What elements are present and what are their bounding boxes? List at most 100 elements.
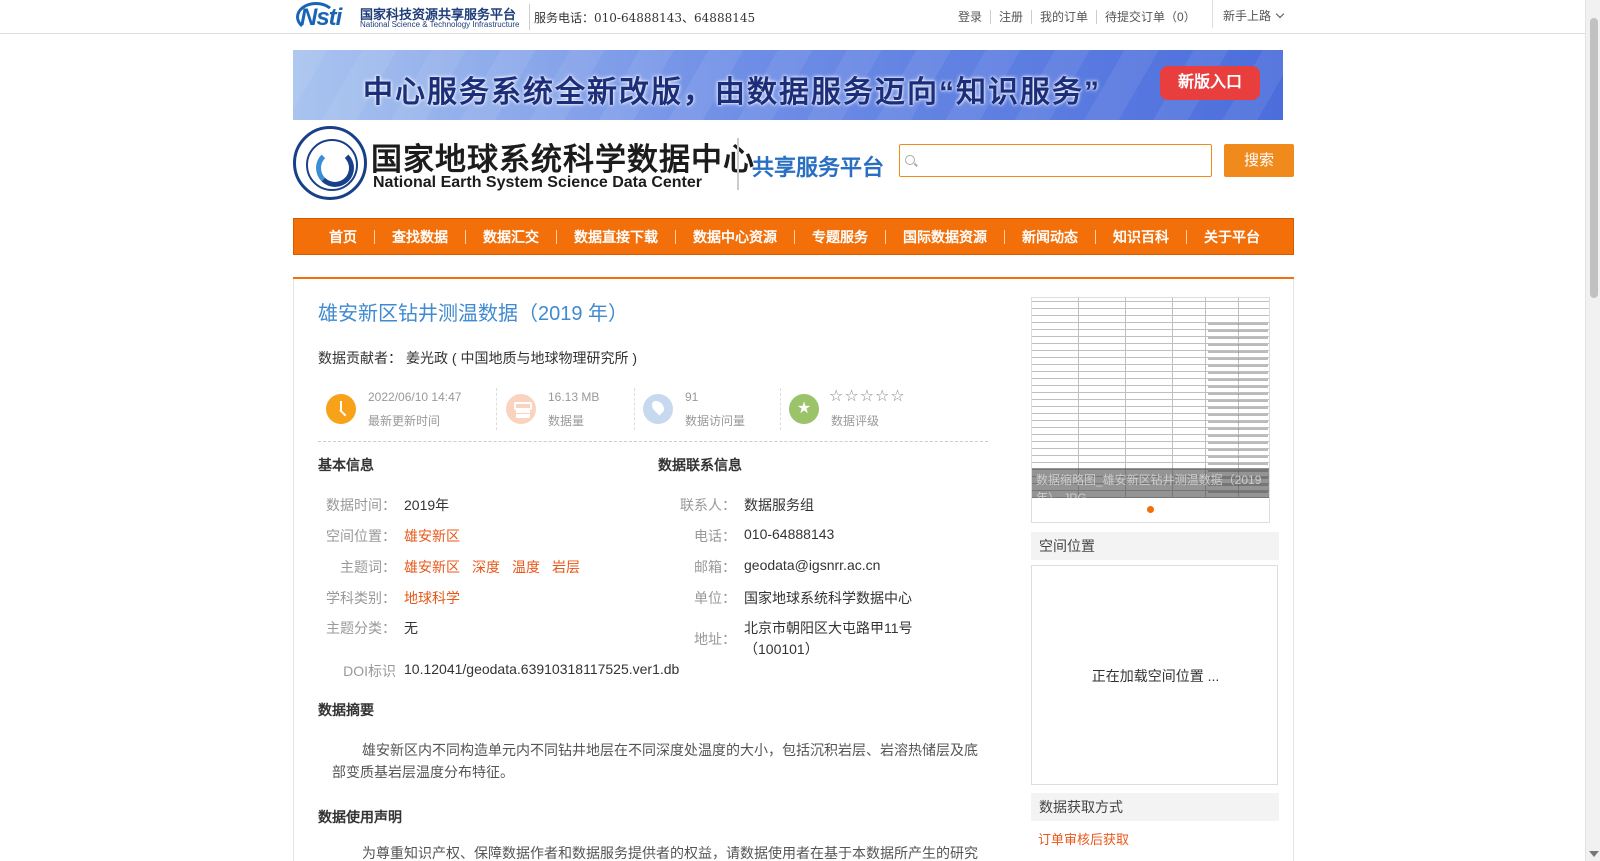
data-stack-icon	[506, 394, 536, 424]
search-button[interactable]: 搜索	[1224, 144, 1294, 177]
phone-value: 010-64888143	[744, 526, 835, 542]
pending-orders-link[interactable]: 待提交订单（0）	[1097, 10, 1204, 24]
promo-banner[interactable]: 中心服务系统全新改版，由数据服务迈向“知识服务” 新版入口	[293, 50, 1283, 120]
phone-label: 电话：	[694, 528, 736, 544]
platform-label: 共享服务平台	[752, 155, 885, 180]
location-value: 雄安新区	[404, 526, 472, 546]
contact-value: 数据服务组	[744, 497, 814, 513]
map-loading-text: 正在加载空间位置 ...	[1091, 668, 1220, 684]
data-time-value: 2019年	[404, 497, 450, 513]
main-nav: 首页 查找数据 数据汇交 数据直接下载 数据中心资源 专题服务 国际数据资源 新…	[293, 218, 1294, 255]
email-value[interactable]: geodata@igsnrr.ac.cn	[744, 557, 880, 573]
visits-value: 91	[685, 390, 699, 404]
center-seal-logo-icon	[293, 126, 367, 200]
category-label: 主题分类：	[326, 620, 396, 636]
nsti-logo-mark: Nsti	[296, 2, 342, 32]
banner-text: 中心服务系统全新改版，由数据服务迈向“知识服务”	[363, 76, 1101, 109]
nsti-logo-subtitle: National Science & Technology Infrastruc…	[360, 20, 520, 29]
rating-label: 数据评级	[831, 414, 880, 428]
center-name-cn: 国家地球系统科学数据中心	[371, 142, 755, 177]
nav-center-resources[interactable]: 数据中心资源	[676, 229, 795, 244]
carousel-dot[interactable]	[1147, 506, 1154, 513]
nav-find-data[interactable]: 查找数据	[375, 229, 466, 244]
doi-label: DOI标识	[343, 663, 396, 679]
abstract-text: 雄安新区内不同构造单元内不同钻井地层在不同深度处温度的大小，包括沉积岩层、岩溶热…	[332, 742, 978, 780]
top-bar: Nsti 国家科技资源共享服务平台 National Science & Tec…	[0, 0, 1585, 34]
top-links: 登录 注册 我的订单 待提交订单（0）	[950, 10, 1204, 24]
register-link[interactable]: 注册	[991, 10, 1033, 24]
service-phone: 服务电话：010-64888143、64888145	[534, 11, 756, 25]
location-link[interactable]: 雄安新区	[404, 528, 460, 544]
rating-stars[interactable]: ☆☆☆☆☆	[829, 386, 906, 406]
chevron-down-icon	[1275, 9, 1285, 19]
updated-label: 最新更新时间	[368, 414, 441, 428]
acquire-method-value[interactable]: 订单审核后获取	[1038, 829, 1129, 848]
visits-icon	[643, 394, 673, 424]
acquire-method-header: 数据获取方式	[1031, 793, 1279, 821]
nav-home[interactable]: 首页	[312, 229, 375, 244]
nsti-logo[interactable]: Nsti 国家科技资源共享服务平台 National Science & Tec…	[296, 2, 524, 32]
thumbnail-caption: 数据缩略图_雄安新区钻井测温数据（2019年）.JPG	[1032, 468, 1269, 498]
nav-data-submission[interactable]: 数据汇交	[466, 229, 557, 244]
contact-info-title: 数据联系信息	[658, 457, 742, 473]
data-time-label: 数据时间：	[326, 497, 396, 513]
scroll-down-arrow-icon[interactable]	[1589, 851, 1599, 857]
nav-about[interactable]: 关于平台	[1187, 230, 1277, 244]
keyword-link[interactable]: 岩层	[552, 559, 580, 575]
stat-visits: 91 数据访问量	[635, 386, 781, 432]
category-value: 无	[404, 620, 418, 636]
stat-updated: 2022/06/10 14:47 最新更新时间	[318, 386, 498, 432]
address-line-1: 北京市朝阳区大屯路甲11号	[744, 620, 913, 636]
keyword-link[interactable]: 温度	[512, 559, 540, 575]
keyword-link[interactable]: 深度	[472, 559, 500, 575]
search-input[interactable]	[899, 144, 1212, 177]
dataset-title: 雄安新区钻井测温数据（2019 年）	[318, 303, 629, 325]
email-label: 邮箱：	[694, 559, 736, 575]
login-link[interactable]: 登录	[950, 10, 992, 24]
keywords-label: 主题词：	[340, 559, 396, 575]
size-label: 数据量	[548, 414, 585, 428]
address-label: 地址：	[694, 631, 736, 647]
nav-topic-services[interactable]: 专题服务	[795, 229, 886, 244]
keyword-link[interactable]: 雄安新区	[404, 559, 460, 575]
contributor-label: 数据贡献者：	[318, 350, 402, 366]
org-value: 国家地球系统科学数据中心	[744, 590, 912, 606]
doi-value[interactable]: 10.12041/geodata.63910318117525.ver1.db	[404, 661, 679, 677]
keywords-list: 雄安新区 深度 温度 岩层	[404, 557, 592, 577]
divider	[529, 4, 530, 30]
updated-value: 2022/06/10 14:47	[368, 390, 462, 404]
center-name-en: National Earth System Science Data Cente…	[373, 174, 703, 191]
nav-international-resources[interactable]: 国际数据资源	[886, 229, 1005, 244]
data-thumbnail[interactable]: 数据缩略图_雄安新区钻井测温数据（2019年）.JPG	[1031, 297, 1270, 523]
logo-divider	[737, 138, 739, 190]
usage-title: 数据使用声明	[318, 809, 402, 825]
discipline-value: 地球科学	[404, 588, 472, 608]
size-value: 16.13 MB	[548, 390, 600, 404]
new-version-button[interactable]: 新版入口	[1160, 66, 1260, 100]
stat-size: 16.13 MB 数据量	[498, 386, 638, 432]
nav-knowledge-wiki[interactable]: 知识百科	[1096, 229, 1187, 244]
clock-icon	[326, 394, 356, 424]
visits-label: 数据访问量	[685, 414, 746, 428]
contributor-value: 姜光政 ( 中国地质与地球物理研究所 )	[406, 350, 637, 366]
dataset-stats: 2022/06/10 14:47 最新更新时间 16.13 MB 数据量 91 …	[318, 386, 988, 442]
spatial-location-header: 空间位置	[1031, 532, 1279, 560]
nav-direct-download[interactable]: 数据直接下载	[557, 229, 676, 244]
my-orders-link[interactable]: 我的订单	[1032, 10, 1098, 24]
discipline-label: 学科类别：	[326, 590, 396, 606]
stat-divider	[496, 388, 497, 430]
basic-info-title: 基本信息	[318, 457, 374, 473]
star-icon: ★	[789, 394, 819, 424]
discipline-link[interactable]: 地球科学	[404, 590, 460, 606]
newbie-guide-menu[interactable]: 新手上路	[1212, 0, 1286, 28]
usage-text: 为尊重知识产权、保障数据作者和数据服务提供者的权益，请数据使用者在基于本数据所产…	[362, 845, 978, 861]
stat-rating: ★ ☆☆☆☆☆ 数据评级	[781, 386, 981, 432]
location-label: 空间位置：	[326, 528, 396, 544]
search-icon	[905, 155, 915, 165]
abstract-title: 数据摘要	[318, 702, 374, 718]
scrollbar-thumb[interactable]	[1590, 18, 1598, 298]
org-label: 单位：	[694, 590, 736, 606]
spatial-map[interactable]: 正在加载空间位置 ...	[1031, 565, 1278, 785]
nav-news[interactable]: 新闻动态	[1005, 229, 1096, 244]
page-scrollbar[interactable]	[1585, 0, 1600, 861]
